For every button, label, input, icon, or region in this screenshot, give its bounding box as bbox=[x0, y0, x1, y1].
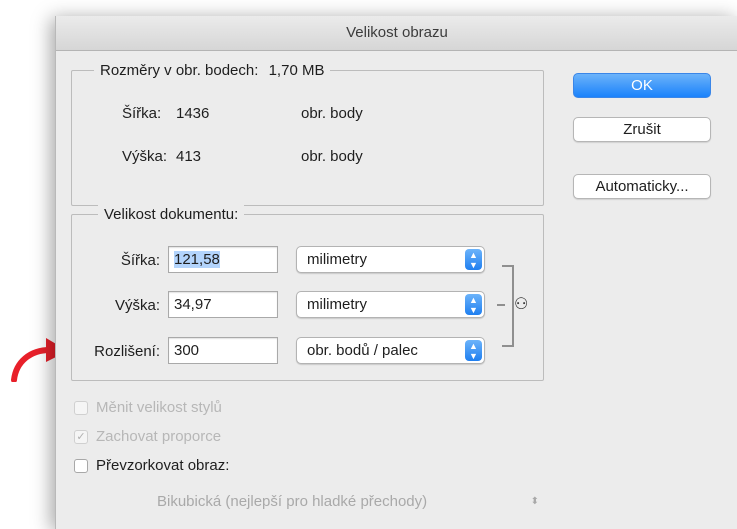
scale-styles-label: Měnit velikost stylů bbox=[96, 399, 222, 416]
pixel-height-value: 413 bbox=[176, 148, 202, 165]
cancel-button[interactable]: Zrušit bbox=[573, 117, 711, 142]
auto-button[interactable]: Automaticky... bbox=[573, 174, 711, 199]
pixel-height-unit: obr. body bbox=[301, 148, 363, 165]
resample-method-value: Bikubická (nejlepší pro hladké přechody) bbox=[157, 493, 428, 510]
constrain-label: Zachovat proporce bbox=[96, 428, 222, 445]
resample-method-select[interactable]: Bikubická (nejlepší pro hladké přechody)… bbox=[149, 488, 549, 515]
doc-height-unit-select[interactable]: milimetry ▲ ▼ bbox=[296, 291, 485, 318]
chain-link-icon: ⚇ bbox=[514, 296, 529, 313]
doc-width-input[interactable]: 121,58 bbox=[168, 246, 278, 273]
resolution-unit: obr. bodů / palec bbox=[307, 342, 418, 359]
resolution-label: Rozlišení: bbox=[94, 343, 160, 360]
doc-height-label: Výška: bbox=[114, 297, 160, 314]
pixel-height-label: Výška: bbox=[122, 148, 168, 165]
updown-arrows-icon: ▲ ▼ bbox=[465, 294, 482, 315]
updown-arrows-icon: ⬍ bbox=[530, 496, 539, 507]
resolution-unit-select[interactable]: obr. bodů / palec ▲ ▼ bbox=[296, 337, 485, 364]
image-size-dialog: Velikost obrazu Rozměry v obr. bodech: 1… bbox=[55, 16, 737, 529]
pixel-dimensions-label: Rozměry v obr. bodech: bbox=[100, 62, 259, 79]
ok-button[interactable]: OK bbox=[573, 73, 711, 98]
dialog-title: Velikost obrazu bbox=[56, 16, 737, 51]
pixel-width-label: Šířka: bbox=[122, 105, 162, 122]
doc-width-label: Šířka: bbox=[120, 252, 160, 269]
pixel-width-unit: obr. body bbox=[301, 105, 363, 122]
doc-height-input[interactable]: 34,97 bbox=[168, 291, 278, 318]
resolution-input[interactable]: 300 bbox=[168, 337, 278, 364]
pixel-dimensions-legend: Rozměry v obr. bodech: 1,70 MB bbox=[94, 61, 331, 81]
doc-width-value: 121,58 bbox=[174, 251, 220, 268]
constrain-checkbox[interactable]: ✓ bbox=[74, 430, 88, 444]
link-bracket-line bbox=[497, 304, 505, 306]
updown-arrows-icon: ▲ ▼ bbox=[465, 340, 482, 361]
updown-arrows-icon: ▲ ▼ bbox=[465, 249, 482, 270]
document-size-label: Velikost dokumentu: bbox=[98, 205, 245, 225]
link-bracket bbox=[502, 265, 514, 347]
doc-width-unit: milimetry bbox=[307, 251, 367, 268]
scale-styles-checkbox[interactable] bbox=[74, 401, 88, 415]
doc-height-unit: milimetry bbox=[307, 296, 367, 313]
pixel-width-value: 1436 bbox=[176, 105, 210, 122]
pixel-dimensions-group: Rozměry v obr. bodech: 1,70 MB Šířka: 14… bbox=[71, 61, 544, 206]
resample-checkbox[interactable] bbox=[74, 459, 88, 473]
resample-label: Převzorkovat obraz: bbox=[96, 457, 230, 474]
pixel-dimensions-size: 1,70 MB bbox=[268, 62, 325, 79]
doc-width-unit-select[interactable]: milimetry ▲ ▼ bbox=[296, 246, 485, 273]
